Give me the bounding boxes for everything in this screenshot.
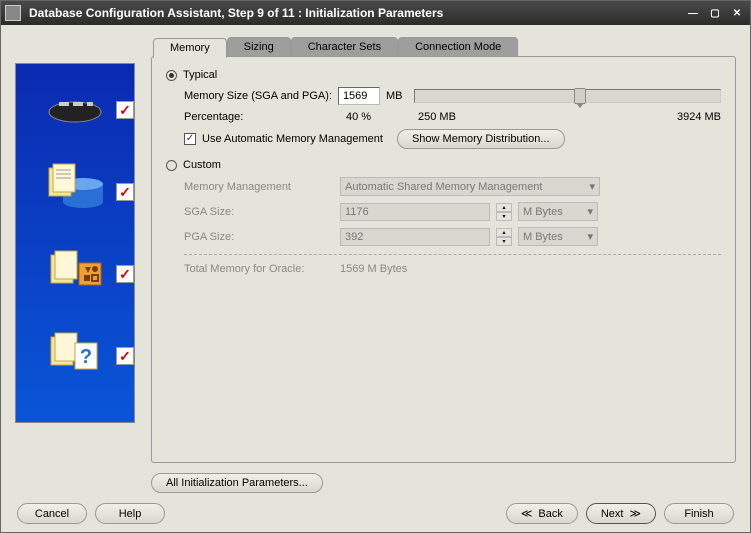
svg-text:?: ?	[80, 346, 92, 368]
check-icon	[116, 183, 134, 201]
next-button[interactable]: Next≫	[586, 503, 656, 524]
typical-label: Typical	[183, 69, 217, 81]
chevron-down-icon: ▾	[587, 230, 593, 243]
tab-sizing[interactable]: Sizing	[227, 37, 291, 57]
sidebar-step-4: ?	[22, 326, 128, 386]
sga-unit: M Bytes	[523, 206, 563, 218]
mm-select: Automatic Shared Memory Management ▾	[340, 177, 600, 196]
chevron-right-icon: ≫	[629, 507, 641, 520]
memory-size-label: Memory Size (SGA and PGA):	[184, 90, 332, 102]
total-label: Total Memory for Oracle:	[184, 263, 334, 275]
memory-size-input[interactable]	[338, 87, 380, 105]
tabs: Memory Sizing Character Sets Connection …	[153, 37, 736, 57]
auto-mm-label: Use Automatic Memory Management	[202, 133, 383, 145]
back-button[interactable]: ≪Back	[506, 503, 578, 524]
finish-button[interactable]: Finish	[664, 503, 734, 524]
pga-unit-select: M Bytes ▾	[518, 227, 598, 246]
custom-label: Custom	[183, 159, 221, 171]
tab-content: Typical Memory Size (SGA and PGA): MB	[151, 56, 736, 463]
app-icon	[5, 5, 21, 21]
memory-slider[interactable]	[414, 89, 721, 103]
sga-label: SGA Size:	[184, 206, 334, 218]
help-button[interactable]: Help	[95, 503, 165, 524]
slider-thumb-icon[interactable]	[574, 88, 586, 104]
wizard-sidebar: ?	[15, 63, 135, 423]
typical-radio[interactable]: Typical	[166, 69, 721, 81]
pga-spinner: ▴▾	[496, 228, 512, 246]
maximize-button[interactable]: ▢	[706, 5, 724, 21]
chevron-down-icon: ▾	[587, 205, 593, 218]
sidebar-step-3	[22, 244, 128, 304]
show-memory-distribution-button[interactable]: Show Memory Distribution...	[397, 129, 565, 149]
chevron-down-icon: ▾	[589, 180, 595, 193]
pga-unit: M Bytes	[523, 231, 563, 243]
sga-unit-select: M Bytes ▾	[518, 202, 598, 221]
chevron-left-icon: ≪	[521, 507, 533, 520]
mm-label: Memory Management	[184, 181, 334, 193]
radio-icon	[166, 70, 177, 81]
slider-max-label: 3924 MB	[677, 111, 721, 123]
all-init-params-button[interactable]: All Initialization Parameters...	[151, 473, 323, 493]
sga-spinner: ▴▾	[496, 203, 512, 221]
titlebar: Database Configuration Assistant, Step 9…	[1, 1, 750, 25]
tab-connection-mode[interactable]: Connection Mode	[398, 37, 518, 57]
sidebar-step-1	[22, 80, 128, 140]
sidebar-step-2	[22, 162, 128, 222]
auto-mm-checkbox[interactable]	[184, 133, 196, 145]
window-title: Database Configuration Assistant, Step 9…	[29, 6, 684, 20]
total-value: 1569 M Bytes	[340, 263, 407, 275]
check-icon	[116, 265, 134, 283]
check-icon	[116, 347, 134, 365]
cancel-button[interactable]: Cancel	[17, 503, 87, 524]
tab-memory[interactable]: Memory	[153, 38, 227, 58]
mm-value: Automatic Shared Memory Management	[345, 181, 542, 193]
close-button[interactable]: ✕	[728, 5, 746, 21]
percentage-label: Percentage:	[184, 111, 346, 123]
radio-icon	[166, 160, 177, 171]
pga-label: PGA Size:	[184, 231, 334, 243]
percentage-value: 40 %	[346, 111, 418, 123]
wizard-buttons: Cancel Help ≪Back Next≫ Finish	[15, 493, 736, 526]
memory-size-unit: MB	[386, 90, 403, 102]
sga-input	[340, 203, 490, 221]
minimize-button[interactable]: —	[684, 5, 702, 21]
custom-radio[interactable]: Custom	[166, 159, 721, 171]
check-icon	[116, 101, 134, 119]
tab-character-sets[interactable]: Character Sets	[291, 37, 398, 57]
slider-min-label: 250 MB	[418, 111, 677, 123]
pga-input	[340, 228, 490, 246]
